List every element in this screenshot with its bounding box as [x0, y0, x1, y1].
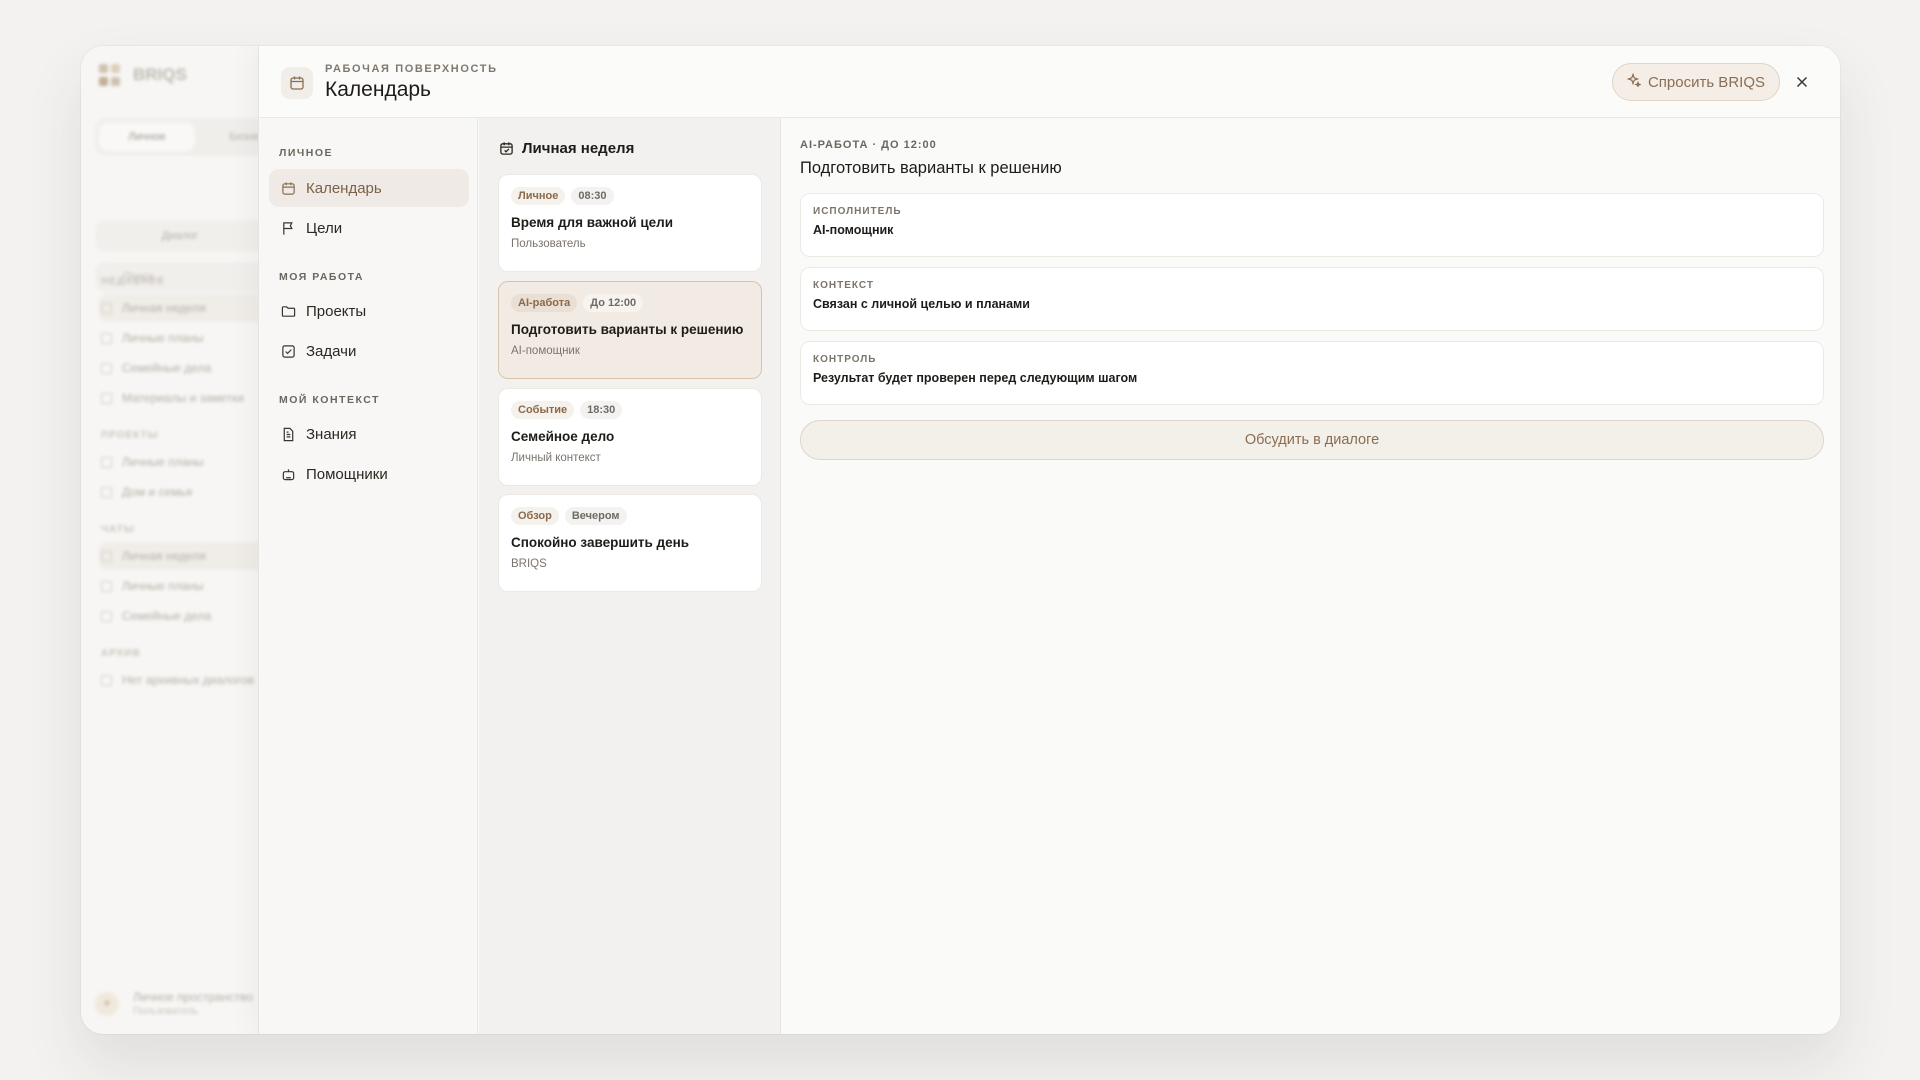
nav-item-label: Помощники [306, 465, 388, 483]
event-card[interactable]: Событие 18:30 Семейное дело Личный конте… [498, 388, 762, 486]
event-owner: BRIQS [511, 558, 547, 570]
avatar: ✦ [95, 991, 119, 1016]
section-projects: ПРОЕКТЫ [101, 430, 159, 441]
folder-icon [101, 486, 112, 498]
event-tag: Событие [511, 401, 575, 419]
field-label: ИСПОЛНИТЕЛЬ [813, 206, 902, 217]
field-value: AI-помощник [813, 223, 894, 237]
list-title: Личная неделя [522, 140, 635, 157]
event-card[interactable]: Обзор Вечером Спокойно завершить день BR… [498, 494, 762, 592]
event-owner: Пользователь [511, 238, 586, 250]
event-time: До 12:00 [583, 294, 644, 312]
archive-icon [101, 674, 112, 686]
close-button[interactable] [1792, 72, 1812, 92]
section-chats: ЧАТЫ [101, 524, 135, 535]
chat-icon [101, 392, 112, 404]
event-time: 18:30 [580, 401, 623, 419]
nav-section-my-work: МОЯ РАБОТА [279, 271, 364, 283]
logo: BRIQS [99, 64, 187, 86]
nav-item-label: Проекты [306, 302, 367, 320]
event-owner: AI-помощник [511, 345, 580, 357]
list-header: Личная неделя [499, 140, 634, 157]
event-detail: AI-РАБОТА · ДО 12:00 Подготовить вариант… [782, 118, 1840, 1034]
workspace-modal: РАБОЧАЯ ПОВЕРХНОСТЬ Календарь Спросить B… [258, 46, 1840, 1034]
nav-item-goals[interactable]: Цели [269, 209, 469, 247]
discuss-in-dialog-button[interactable]: Обсудить в диалоге [800, 420, 1824, 460]
event-tag: AI-работа [511, 294, 578, 312]
nav-item-calendar[interactable]: Календарь [269, 169, 469, 207]
bot-icon [282, 468, 295, 480]
checkbox-icon [282, 344, 295, 358]
new-dialog-label: Диалог [161, 230, 199, 242]
chat-icon [101, 580, 112, 592]
detail-field-assignee: ИСПОЛНИТЕЛЬ AI-помощник [800, 193, 1824, 257]
nav-item-label: Календарь [306, 179, 382, 197]
event-card[interactable]: Личное 08:30 Время для важной цели Польз… [498, 174, 762, 272]
workspace-nav: ЛИЧНОЕ Календарь Цели МОЯ РАБОТА Проекты… [259, 118, 478, 1034]
calendar-icon [282, 181, 295, 195]
app-window: BRIQS Личное Бизнес Диалог Поиск... НЕДА… [81, 46, 1840, 1034]
chat-icon [101, 302, 112, 314]
document-icon [283, 427, 294, 441]
discuss-label: Обсудить в диалоге [1244, 432, 1380, 448]
folder-icon [281, 305, 296, 317]
event-owner: Личный контекст [511, 452, 601, 464]
event-tag: Обзор [511, 507, 559, 525]
logo-mark-icon [99, 64, 120, 86]
close-icon [1796, 76, 1808, 88]
nav-section-my-context: МОЙ КОНТЕКСТ [279, 394, 380, 406]
event-title: Время для важной цели [511, 215, 674, 230]
event-list: Личная неделя Личное 08:30 Время для важ… [479, 118, 781, 1034]
chat-icon [101, 362, 112, 374]
nav-item-label: Задачи [306, 342, 357, 360]
event-title: Семейное дело [511, 429, 615, 444]
nav-item-tasks[interactable]: Задачи [269, 332, 469, 370]
event-tag: Личное [511, 187, 566, 205]
flag-icon [283, 221, 293, 235]
detail-field-context: КОНТЕКСТ Связан с личной целью и планами [800, 267, 1824, 331]
event-title: Подготовить варианты к решению [511, 322, 744, 337]
chat-icon [101, 550, 112, 562]
field-value: Результат будет проверен перед следующим… [813, 371, 1138, 385]
section-archive: АРХИВ [101, 648, 141, 659]
event-title: Спокойно завершить день [511, 535, 690, 550]
event-time: Вечером [564, 507, 627, 525]
field-label: КОНТЕКСТ [813, 280, 874, 291]
nav-item-label: Цели [306, 219, 343, 237]
ask-briqs-label: Спросить BRIQS [1647, 73, 1765, 91]
folder-icon [101, 456, 112, 468]
logo-text: BRIQS [133, 65, 187, 84]
new-dialog-button[interactable]: Диалог [95, 220, 265, 252]
calendar-icon [281, 67, 313, 99]
detail-title: Подготовить варианты к решению [800, 159, 1062, 177]
ask-briqs-button[interactable]: Спросить BRIQS [1611, 63, 1780, 101]
header-eyebrow: РАБОЧАЯ ПОВЕРХНОСТЬ [325, 63, 498, 75]
section-recent: НЕДАВНЕЕ [101, 276, 166, 287]
user-profile[interactable]: ✦ Личное пространство Пользователь [95, 990, 253, 1017]
chat-icon [101, 610, 112, 622]
background-sidebar: BRIQS Личное Бизнес Диалог Поиск... НЕДА… [81, 46, 299, 1034]
field-value: Связан с личной целью и планами [813, 297, 1030, 311]
calendar-check-icon [500, 142, 513, 155]
nav-item-assistants[interactable]: Помощники [269, 455, 469, 493]
user-role: Пользователь [133, 1006, 198, 1017]
event-time: 08:30 [571, 187, 614, 205]
detail-eyebrow: AI-РАБОТА · ДО 12:00 [800, 139, 937, 151]
user-name: Личное пространство [133, 990, 253, 1004]
chat-icon [101, 332, 112, 344]
nav-section-personal: ЛИЧНОЕ [279, 147, 334, 159]
modal-header: РАБОЧАЯ ПОВЕРХНОСТЬ Календарь Спросить B… [259, 46, 1840, 118]
field-label: КОНТРОЛЬ [813, 354, 877, 365]
event-card-selected[interactable]: AI-работа До 12:00 Подготовить варианты … [498, 281, 762, 379]
nav-item-label: Знания [306, 425, 357, 443]
sparkle-icon [1626, 72, 1642, 91]
nav-item-projects[interactable]: Проекты [269, 292, 469, 330]
page-title: Календарь [325, 78, 431, 101]
nav-item-knowledge[interactable]: Знания [269, 415, 469, 453]
tab-personal[interactable]: Личное [99, 123, 195, 151]
detail-field-control: КОНТРОЛЬ Результат будет проверен перед … [800, 341, 1824, 405]
